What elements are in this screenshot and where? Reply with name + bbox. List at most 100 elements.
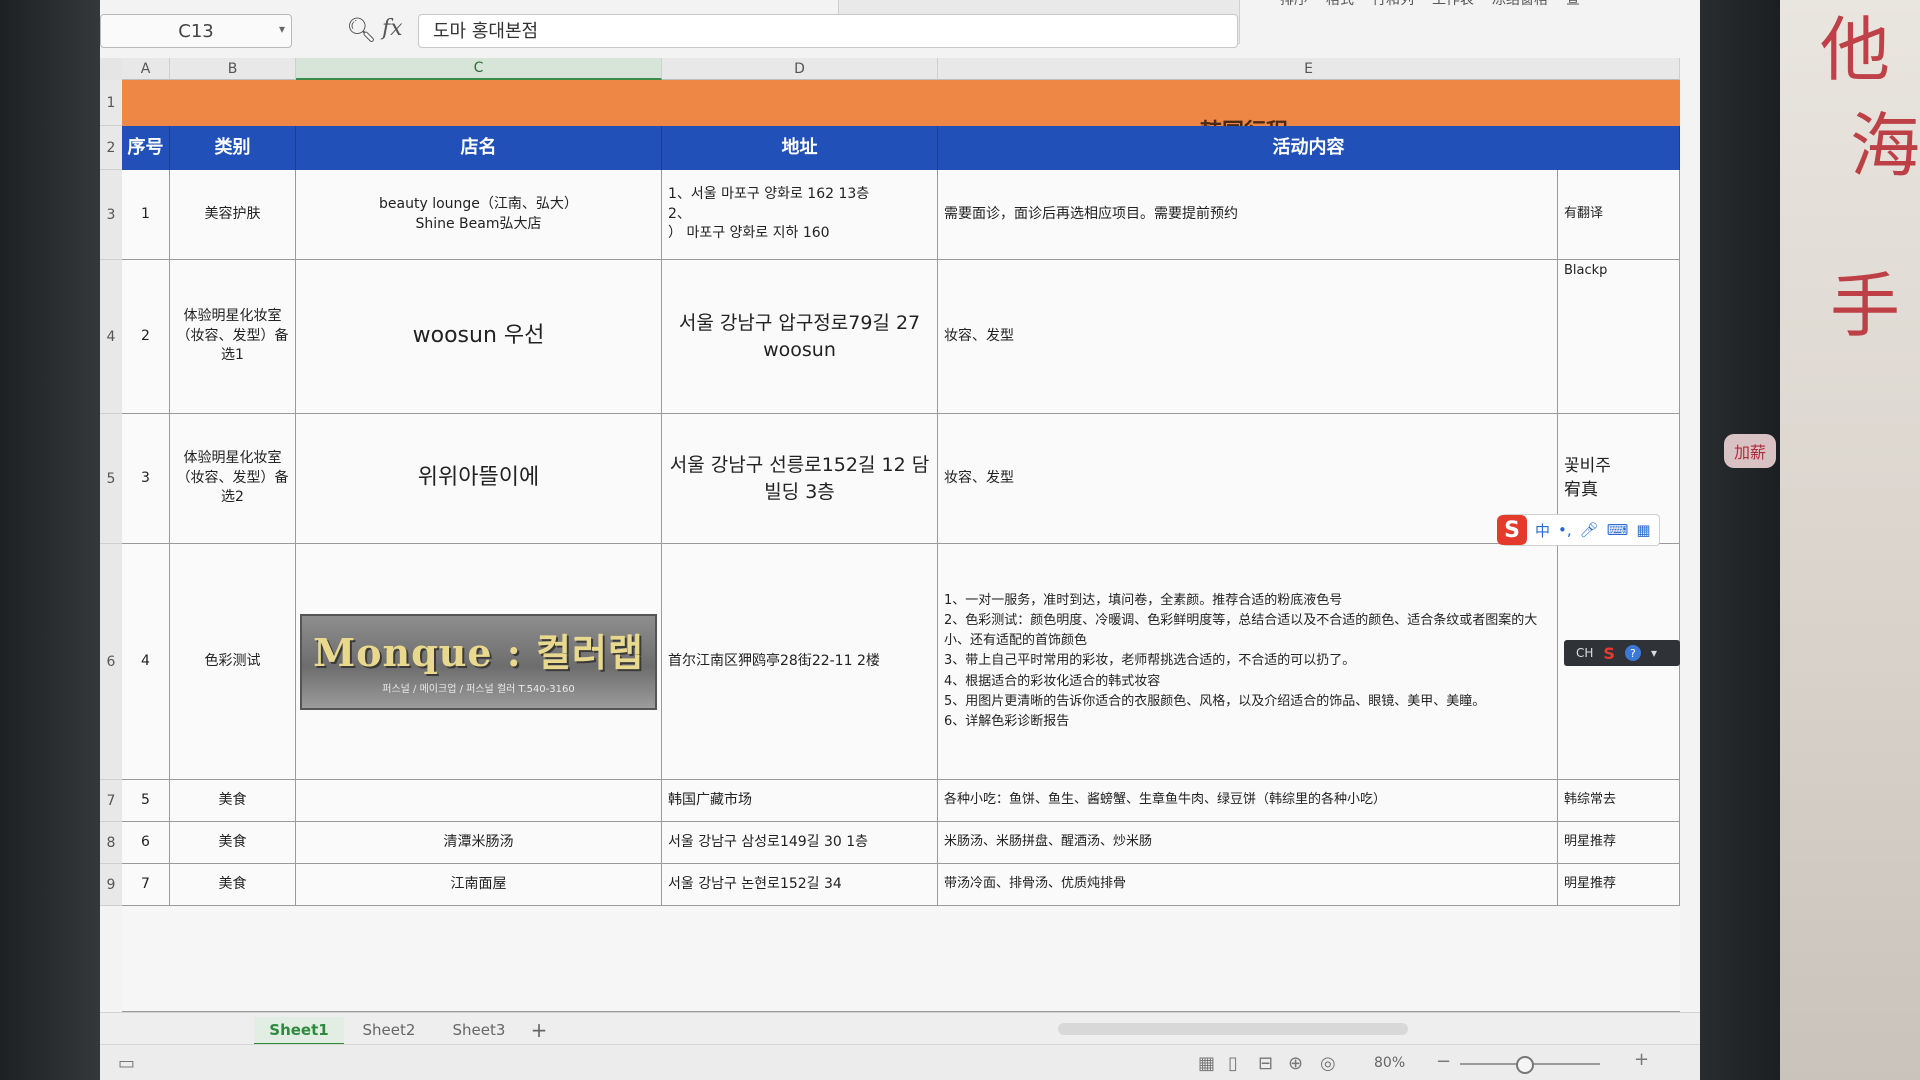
cell-category[interactable]: 美食 xyxy=(170,822,296,864)
cell-extra[interactable]: 有翻译 xyxy=(1558,170,1680,260)
toolbar-item-sort[interactable]: 排序 xyxy=(1280,0,1308,9)
cell-activity[interactable]: 需要面诊，面诊后再选相应项目。需要提前预约 xyxy=(938,170,1558,260)
name-box[interactable]: C13 ▾ xyxy=(100,14,292,48)
reading-view-icon[interactable]: ⊕ xyxy=(1288,1053,1303,1074)
toolbar-item-freeze[interactable]: 冻结窗格 xyxy=(1492,0,1548,9)
microphone-icon[interactable]: 🎤︎ xyxy=(1580,521,1599,539)
cell-activity[interactable]: 各种小吃：鱼饼、鱼生、酱螃蟹、生章鱼牛肉、绿豆饼（韩综里的各种小吃） xyxy=(938,780,1558,822)
cell-extra[interactable]: 韩综常去 xyxy=(1558,780,1680,822)
cell-category[interactable]: 美食 xyxy=(170,780,296,822)
cell-category[interactable]: 体验明星化妆室 （妆容、发型）备选2 xyxy=(170,414,296,544)
sogou-mini-icon[interactable]: S xyxy=(1603,644,1615,663)
header-no[interactable]: 序号 xyxy=(122,126,170,170)
cell-activity[interactable]: 带汤冷面、排骨汤、优质炖排骨 xyxy=(938,864,1558,906)
cell-store[interactable]: 江南面屋 xyxy=(296,864,662,906)
cell-no[interactable]: 5 xyxy=(122,780,170,822)
page-break-icon[interactable]: ⊟ xyxy=(1258,1053,1273,1074)
row-header-9[interactable]: 9 xyxy=(100,864,122,906)
zoom-out-icon[interactable]: − xyxy=(1436,1051,1451,1072)
fx-icon[interactable]: fx xyxy=(382,16,403,41)
cell-address[interactable]: 韩国广藏市场 xyxy=(662,780,938,822)
ime-mini-bar[interactable]: CH S ? ▾ xyxy=(1564,640,1680,666)
cell-address[interactable]: 서울 강남구 논현로152길 34 xyxy=(662,864,938,906)
header-store[interactable]: 店名 xyxy=(296,126,662,170)
cell-no[interactable]: 7 xyxy=(122,864,170,906)
row-header-7[interactable]: 7 xyxy=(100,780,122,822)
header-category[interactable]: 类别 xyxy=(170,126,296,170)
cell-extra[interactable]: 明星推荐 xyxy=(1558,864,1680,906)
search-icon[interactable]: 🔍︎ xyxy=(346,16,376,44)
cell-store[interactable]: woosun 우선 xyxy=(296,260,662,414)
zoom-in-icon[interactable]: + xyxy=(1634,1049,1649,1070)
toolbar-item-worksheet[interactable]: 工作表 xyxy=(1432,0,1474,9)
eye-protection-icon[interactable]: ◎ xyxy=(1320,1053,1336,1074)
page-layout-icon[interactable]: ▯ xyxy=(1228,1053,1238,1074)
zoom-level[interactable]: 80% xyxy=(1374,1055,1405,1071)
row-header-8[interactable]: 8 xyxy=(100,822,122,864)
row-header-4[interactable]: 4 xyxy=(100,260,122,414)
cell-category[interactable]: 美食 xyxy=(170,864,296,906)
ime-ch-label[interactable]: CH xyxy=(1576,646,1593,660)
toolbar-item-format[interactable]: 格式 xyxy=(1326,0,1354,9)
cell-extra[interactable]: Blackp xyxy=(1558,260,1680,414)
column-header-a[interactable]: A xyxy=(122,58,170,80)
cell-store[interactable]: 清潭米肠汤 xyxy=(296,822,662,864)
spreadsheet-window: C13 ▾ 🔍︎ fx 도마 홍대본점 排序 格式 行和列 工作表 冻结窗格 查… xyxy=(100,0,1700,1080)
cell-address[interactable]: 1、서울 마포구 양화로 162 13층 2、 ） 마포구 양화로 지하 160 xyxy=(662,170,938,260)
chevron-down-icon[interactable]: ▾ xyxy=(1651,646,1657,660)
macro-icon[interactable]: ▭ xyxy=(118,1053,135,1074)
cell-no[interactable]: 1 xyxy=(122,170,170,260)
help-icon[interactable]: ? xyxy=(1624,645,1641,661)
cell-no[interactable]: 4 xyxy=(122,544,170,780)
keyboard-icon[interactable]: ⌨︎ xyxy=(1607,521,1629,539)
cell-store[interactable]: 위위아뜰이에 xyxy=(296,414,662,544)
cell-no[interactable]: 3 xyxy=(122,414,170,544)
cell-activity[interactable]: 妆容、发型 xyxy=(938,260,1558,414)
normal-view-icon[interactable]: ▦ xyxy=(1198,1053,1215,1074)
grid-menu-icon[interactable]: ▦ xyxy=(1636,521,1650,539)
select-all-corner[interactable] xyxy=(100,58,123,81)
cell-address[interactable]: 首尔江南区狎鸥亭28街22-11 2楼 xyxy=(662,544,938,780)
cell-activity[interactable]: 妆容、发型 xyxy=(938,414,1558,544)
cell-activity[interactable]: 1、一对一服务，准时到达，填问卷，全素颜。推荐合适的粉底液色号 2、色彩测试：颜… xyxy=(938,544,1558,780)
row-header-2[interactable]: 2 xyxy=(100,126,122,170)
cell-address[interactable]: 서울 강남구 압구정로79길 27 woosun xyxy=(662,260,938,414)
tab-sheet1[interactable]: Sheet1 xyxy=(254,1017,344,1045)
row-header-6[interactable]: 6 xyxy=(100,544,122,780)
toolbar-item-rows-cols[interactable]: 行和列 xyxy=(1372,0,1414,9)
sogou-logo-icon[interactable]: S xyxy=(1497,515,1527,545)
cell-category[interactable]: 体验明星化妆室 （妆容、发型）备选1 xyxy=(170,260,296,414)
add-sheet-button[interactable]: + xyxy=(524,1017,554,1043)
zoom-slider-handle[interactable] xyxy=(1516,1056,1534,1074)
cell-activity[interactable]: 米肠汤、米肠拼盘、醒酒汤、炒米肠 xyxy=(938,822,1558,864)
cell-no[interactable]: 6 xyxy=(122,822,170,864)
formula-input[interactable]: 도마 홍대본점 xyxy=(418,14,1238,48)
horizontal-scrollbar[interactable] xyxy=(1058,1023,1408,1035)
column-header-c[interactable]: C xyxy=(296,58,662,80)
punctuation-icon[interactable]: •, xyxy=(1558,521,1572,539)
row-header-1[interactable]: 1 xyxy=(100,80,122,126)
cell-store[interactable]: beauty lounge（江南、弘大） Shine Beam弘大店 xyxy=(296,170,662,260)
column-header-b[interactable]: B xyxy=(170,58,296,80)
tab-sheet3[interactable]: Sheet3 xyxy=(434,1017,524,1043)
cell-store[interactable] xyxy=(296,780,662,822)
column-header-d[interactable]: D xyxy=(662,58,938,80)
tab-sheet2[interactable]: Sheet2 xyxy=(344,1017,434,1043)
cell-address[interactable]: 서울 강남구 삼성로149길 30 1층 xyxy=(662,822,938,864)
row-header-3[interactable]: 3 xyxy=(100,170,122,260)
header-address[interactable]: 地址 xyxy=(662,126,938,170)
toolbar-item-find[interactable]: 查 xyxy=(1566,0,1580,9)
ime-language-toggle[interactable]: 中 xyxy=(1535,520,1550,541)
ime-toolbar[interactable]: S 中 •, 🎤︎ ⌨︎ ▦ xyxy=(1497,514,1660,546)
empty-grid-area[interactable] xyxy=(122,906,1680,1012)
cell-extra[interactable]: 明星推荐 xyxy=(1558,822,1680,864)
column-header-e[interactable]: E xyxy=(938,58,1680,80)
cell-store[interactable]: Monque : 컬러랩 퍼스널 / 메이크업 / 퍼스널 컬러 T.540-3… xyxy=(296,544,662,780)
cell-no[interactable]: 2 xyxy=(122,260,170,414)
cell-address[interactable]: 서울 강남구 선릉로152길 12 담빌딩 3층 xyxy=(662,414,938,544)
cell-category[interactable]: 美容护肤 xyxy=(170,170,296,260)
chevron-down-icon[interactable]: ▾ xyxy=(279,22,285,36)
header-activity[interactable]: 活动内容 xyxy=(938,126,1680,170)
cell-category[interactable]: 色彩测试 xyxy=(170,544,296,780)
row-header-5[interactable]: 5 xyxy=(100,414,122,544)
